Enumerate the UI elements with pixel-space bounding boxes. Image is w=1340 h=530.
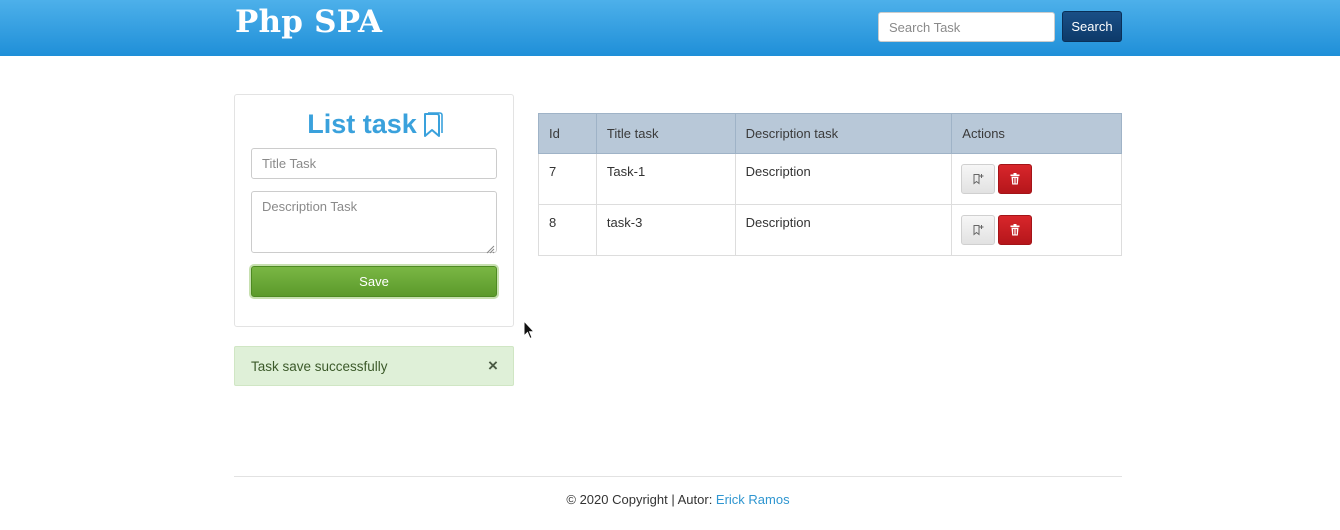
brand-logo[interactable]: Php SPA (235, 4, 382, 40)
form-title-text: List task (307, 109, 417, 139)
footer-copyright: © 2020 Copyright | Autor: (566, 492, 716, 507)
success-alert: Task save successfully × (234, 346, 514, 386)
delete-task-button[interactable] (998, 164, 1033, 194)
navbar: Php SPA Search (0, 0, 1340, 56)
bookmark-plus-icon (973, 225, 984, 236)
mouse-cursor-icon (523, 319, 536, 343)
delete-task-button[interactable] (998, 215, 1033, 245)
author-link[interactable]: Erick Ramos (716, 492, 790, 507)
close-icon[interactable]: × (485, 356, 501, 376)
header-id: Id (538, 113, 597, 154)
cell-actions (951, 153, 1122, 205)
cell-id: 7 (538, 153, 597, 205)
cell-description: Description (734, 153, 953, 205)
cell-actions (951, 204, 1122, 256)
trash-icon (1010, 173, 1020, 185)
header-title: Title task (595, 113, 736, 154)
cell-description: Description (734, 204, 953, 256)
form-title: List task (235, 109, 515, 145)
header-description: Description task (734, 113, 953, 154)
header-actions: Actions (951, 113, 1122, 154)
table-row: 8 task-3 Description (538, 204, 1122, 256)
description-task-textarea[interactable] (251, 191, 497, 253)
search-button[interactable]: Search (1062, 11, 1122, 42)
edit-task-button[interactable] (961, 215, 996, 245)
alert-message: Task save successfully (251, 359, 388, 374)
edit-task-button[interactable] (961, 164, 996, 194)
cell-title: task-3 (595, 204, 736, 256)
resize-grip-icon[interactable] (486, 242, 495, 254)
table-header-row: Id Title task Description task Actions (538, 113, 1122, 154)
cell-id: 8 (538, 204, 597, 256)
task-form-panel: List task Save (234, 94, 514, 327)
save-button[interactable]: Save (251, 266, 497, 297)
footer-divider (234, 476, 1122, 477)
tasks-table: Id Title task Description task Actions 7… (538, 113, 1122, 256)
table-row: 7 Task-1 Description (538, 153, 1122, 205)
bookmark-plus-icon (973, 174, 984, 185)
title-task-input[interactable] (251, 148, 497, 179)
bookmark-icon (423, 112, 443, 145)
search-input[interactable] (878, 12, 1055, 42)
trash-icon (1010, 224, 1020, 236)
cell-title: Task-1 (595, 153, 736, 205)
footer: © 2020 Copyright | Autor: Erick Ramos (234, 492, 1122, 507)
